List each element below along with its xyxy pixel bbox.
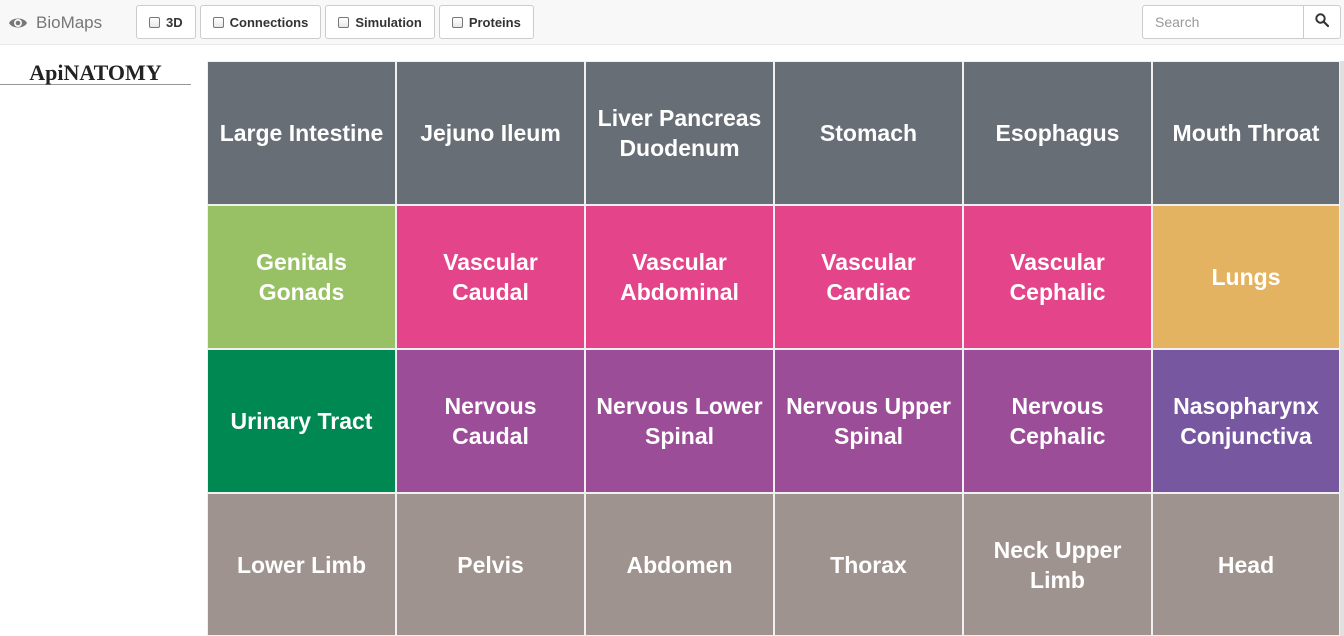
- tile-esophagus[interactable]: Esophagus: [963, 61, 1152, 205]
- checkbox-proteins[interactable]: [451, 16, 463, 28]
- app-title: BioMaps: [36, 12, 103, 32]
- tile-vascular-cephalic[interactable]: Vascular Cephalic: [963, 205, 1152, 349]
- search-group: [1142, 5, 1341, 39]
- toggle-connections-label: Connections: [229, 14, 309, 30]
- tile-genitals-gonads[interactable]: Genitals Gonads: [207, 205, 396, 349]
- tile-liver-pancreas-duodenum[interactable]: Liver Pancreas Duodenum: [585, 61, 774, 205]
- toggle-proteins-label: Proteins: [468, 14, 521, 30]
- tile-vascular-abdominal[interactable]: Vascular Abdominal: [585, 205, 774, 349]
- navbar: BioMaps 3D Connections Simulation Protei…: [0, 0, 1344, 45]
- brand[interactable]: BioMaps: [8, 0, 102, 45]
- toggle-3d-label: 3D: [166, 14, 183, 30]
- toggle-connections-button[interactable]: Connections: [199, 5, 322, 39]
- checkbox-simulation[interactable]: [338, 16, 350, 28]
- tile-thorax[interactable]: Thorax: [774, 493, 963, 636]
- tile-stomach[interactable]: Stomach: [774, 61, 963, 205]
- tile-nasopharynx-conjunctiva[interactable]: Nasopharynx Conjunctiva: [1152, 349, 1340, 493]
- tile-vascular-caudal[interactable]: Vascular Caudal: [396, 205, 585, 349]
- search-icon: [1315, 12, 1330, 32]
- tile-nervous-lower-spinal[interactable]: Nervous Lower Spinal: [585, 349, 774, 493]
- checkbox-3d[interactable]: [149, 16, 160, 28]
- tile-lower-limb[interactable]: Lower Limb: [207, 493, 396, 636]
- tile-abdomen[interactable]: Abdomen: [585, 493, 774, 636]
- tile-jejuno-ileum[interactable]: Jejuno Ileum: [396, 61, 585, 205]
- tile-mouth-throat[interactable]: Mouth Throat: [1152, 61, 1340, 205]
- apinatomy-logo: ApiNATOMY: [0, 62, 191, 85]
- toggle-3d-button[interactable]: 3D: [136, 5, 196, 39]
- tile-urinary-tract[interactable]: Urinary Tract: [207, 349, 396, 493]
- organ-tile-grid: Large Intestine Jejuno Ileum Liver Pancrea…: [207, 61, 1344, 636]
- checkbox-connections[interactable]: [212, 16, 224, 28]
- tile-pelvis[interactable]: Pelvis: [396, 493, 585, 636]
- tile-neck-upper-limb[interactable]: Neck Upper Limb: [963, 493, 1152, 636]
- search-input[interactable]: [1142, 5, 1303, 39]
- tile-lungs[interactable]: Lungs: [1152, 205, 1340, 349]
- tile-nervous-cephalic[interactable]: Nervous Cephalic: [963, 349, 1152, 493]
- tile-vascular-cardiac[interactable]: Vascular Cardiac: [774, 205, 963, 349]
- tile-large-intestine[interactable]: Large Intestine: [207, 61, 396, 205]
- tile-nervous-caudal[interactable]: Nervous Caudal: [396, 349, 585, 493]
- eye-icon: [8, 13, 28, 33]
- tile-nervous-upper-spinal[interactable]: Nervous Upper Spinal: [774, 349, 963, 493]
- search-button[interactable]: [1303, 5, 1341, 39]
- tile-head[interactable]: Head: [1152, 493, 1340, 636]
- toggle-simulation-button[interactable]: Simulation: [325, 5, 435, 39]
- toggle-proteins-button[interactable]: Proteins: [438, 5, 534, 39]
- toggle-simulation-label: Simulation: [355, 14, 422, 30]
- view-toggles: 3D Connections Simulation Proteins: [136, 5, 538, 39]
